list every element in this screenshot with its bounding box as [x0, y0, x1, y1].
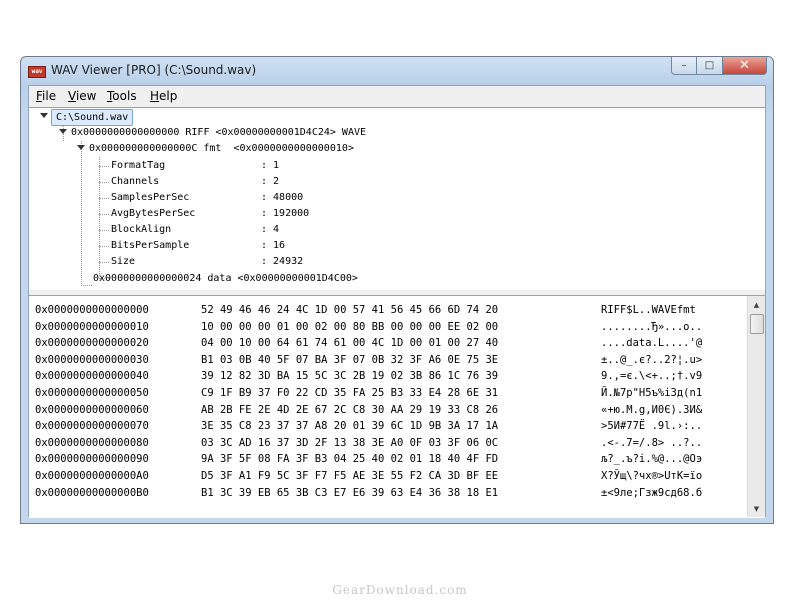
hex-offset: 0x0000000000000060: [35, 403, 149, 416]
hex-offset: 0x0000000000000000: [35, 304, 149, 316]
expand-arrow-icon[interactable]: [77, 145, 85, 150]
tree-field-name[interactable]: SamplesPerSec: [111, 191, 189, 204]
hex-ascii: RIFF$L..WAVEfmt: [601, 304, 696, 316]
minimize-button[interactable]: –: [671, 57, 697, 75]
tree-field-value: : 24932: [261, 256, 304, 267]
hex-bytes: 9A 3F 5F 08 FA 3F B3 04 25 40 02 01 18 4…: [201, 453, 499, 466]
hex-ascii: ........Ђ»...о..: [601, 320, 703, 333]
tree-field-value: : 16: [261, 240, 286, 251]
hex-ascii: ±<9лe;Гзж9cд68.б: [601, 486, 703, 499]
tree-connector: [99, 230, 109, 231]
expand-arrow-icon[interactable]: [59, 129, 67, 134]
hex-ascii: Й.№7р"Н5ъ%і3д(n1: [601, 387, 703, 399]
tree-connector: [99, 246, 109, 247]
hex-ascii: ....data.L....'@: [601, 337, 703, 350]
hex-ascii: 9.‚=є.\<+..;†.v9: [601, 370, 703, 383]
tree-field-value: : 192000: [261, 208, 310, 219]
hex-ascii: Х?Ўщ\?чх®>UтК=їо: [601, 470, 703, 482]
tree-connector: [99, 214, 109, 215]
vertical-scrollbar[interactable]: ▲ ▼: [747, 296, 765, 517]
hex-offset: 0x00000000000000B0: [35, 486, 149, 499]
menu-tools[interactable]: Tools: [107, 89, 137, 103]
tree-connector: [99, 262, 109, 263]
menu-bar: File View Tools Help: [29, 86, 765, 107]
tree-connector: [99, 198, 109, 199]
app-window: wav WAV Viewer [PRO] (C:\Sound.wav) – □ …: [20, 56, 774, 524]
close-button[interactable]: ✕: [723, 57, 767, 75]
chunk-tree[interactable]: C:\Sound.wav 0x0000000000000000 RIFF <0x…: [29, 107, 765, 291]
hex-bytes: B1 3C 39 EB 65 3B C3 E7 E6 39 63 E4 36 3…: [201, 486, 499, 499]
hex-bytes: 39 12 82 3D BA 15 5C 3C 2B 19 02 3B 86 1…: [201, 370, 499, 383]
watermark: GearDownload.com: [332, 583, 468, 597]
client-area: File View Tools Help C:\Sound.wav 0x0000…: [28, 85, 766, 518]
hex-bytes: 52 49 46 46 24 4C 1D 00 57 41 56 45 66 6…: [201, 304, 499, 316]
menu-file[interactable]: File: [36, 89, 56, 103]
maximize-button[interactable]: □: [697, 57, 723, 75]
tree-field-name[interactable]: FormatTag: [111, 159, 165, 172]
hex-offset: 0x0000000000000010: [35, 320, 149, 333]
hex-offset: 0x0000000000000070: [35, 420, 149, 433]
hex-offset: 0x0000000000000020: [35, 337, 149, 350]
tree-connector: [99, 182, 109, 183]
tree-field-value: : 4: [261, 224, 280, 235]
scroll-thumb[interactable]: [750, 314, 764, 334]
tree-field-value: : 2: [261, 176, 280, 187]
tree-connector: [99, 166, 109, 167]
hex-bytes: 3E 35 C8 23 37 37 A8 20 01 39 6C 1D 9B 3…: [201, 420, 499, 433]
tree-connector: [99, 157, 100, 276]
hex-ascii: .<-.7=/.8> ..?..: [601, 436, 703, 449]
expand-arrow-icon[interactable]: [40, 113, 48, 118]
hex-bytes: B1 03 0B 40 5F 07 BA 3F 07 0B 32 3F A6 0…: [201, 353, 499, 366]
scroll-up-arrow-icon[interactable]: ▲: [748, 296, 765, 313]
hex-bytes: AB 2B FE 2E 4D 2E 67 2C C8 30 AA 29 19 3…: [201, 403, 499, 416]
tree-field-value: : 48000: [261, 192, 304, 203]
hex-bytes: C9 1F B9 37 F0 22 CD 35 FA 25 B3 33 E4 2…: [201, 387, 499, 399]
hex-bytes: 10 00 00 00 01 00 02 00 80 BB 00 00 00 E…: [201, 320, 499, 333]
hex-bytes: 04 00 10 00 64 61 74 61 00 4C 1D 00 01 0…: [201, 337, 499, 350]
hex-bytes: D5 3F A1 F9 5C 3F F7 F5 AE 3E 55 F2 CA 3…: [201, 470, 499, 482]
hex-ascii: љ?_.ъ?і.%@...@Oэ: [601, 453, 703, 466]
hex-offset: 0x0000000000000050: [35, 387, 149, 399]
hex-ascii: «+ю.M.g,И0Є).3И&: [601, 403, 703, 416]
tree-field-value: : 1: [261, 160, 280, 171]
hex-offset: 0x0000000000000040: [35, 370, 149, 383]
hex-ascii: ±..@_.є?..2?¦.u>: [601, 353, 703, 366]
tree-field-name[interactable]: Size: [111, 255, 135, 268]
wav-app-icon: wav: [28, 66, 46, 78]
tree-field-name[interactable]: BlockAlign: [111, 223, 171, 236]
tree-node-root[interactable]: C:\Sound.wav: [51, 109, 134, 126]
tree-node-riff[interactable]: 0x0000000000000000 RIFF <0x00000000001D4…: [71, 126, 366, 139]
window-controls: – □ ✕: [671, 57, 767, 75]
menu-view[interactable]: View: [68, 89, 96, 103]
tree-field-name[interactable]: Channels: [111, 175, 159, 188]
tree-connector: [81, 285, 92, 286]
title-bar[interactable]: wav WAV Viewer [PRO] (C:\Sound.wav) – □ …: [21, 57, 773, 85]
tree-node-data[interactable]: 0x0000000000000024 data <0x00000000001D4…: [93, 272, 358, 285]
hex-bytes: 03 3C AD 16 37 3D 2F 13 38 3E A0 0F 03 3…: [201, 436, 499, 449]
hex-ascii: >5И#77Ё .9l.›:..: [601, 420, 703, 433]
hex-offset: 0x0000000000000090: [35, 453, 149, 466]
hex-view[interactable]: 0x0000000000000000 52 49 46 46 24 4C 1D 0…: [29, 295, 765, 518]
hex-offset: 0x0000000000000080: [35, 436, 149, 449]
scroll-down-arrow-icon[interactable]: ▼: [748, 500, 765, 517]
tree-connector: [81, 141, 82, 286]
tree-field-name[interactable]: BitsPerSample: [111, 239, 189, 252]
menu-help[interactable]: Help: [150, 89, 177, 103]
tree-field-name[interactable]: AvgBytesPerSec: [111, 207, 195, 220]
hex-offset: 0x0000000000000030: [35, 353, 149, 366]
tree-node-fmt[interactable]: 0x000000000000000C fmt <0x00000000000000…: [89, 142, 354, 155]
hex-offset: 0x00000000000000A0: [35, 470, 149, 482]
window-title: WAV Viewer [PRO] (C:\Sound.wav): [51, 63, 257, 77]
